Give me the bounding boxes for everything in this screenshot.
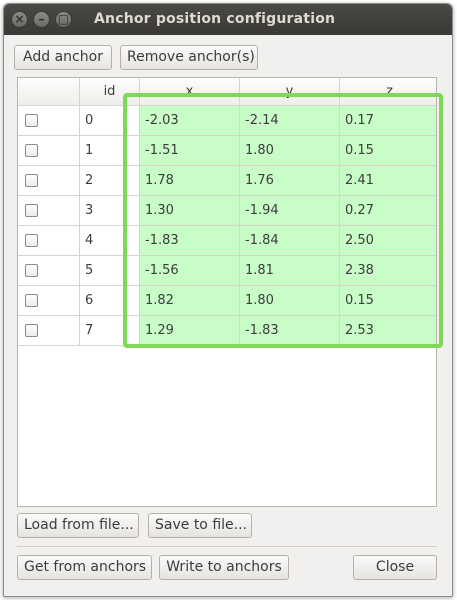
column-header-id[interactable]: id <box>80 78 140 106</box>
title-bar: × – □ Anchor position configuration <box>4 4 452 35</box>
table-row: 2 1.78 1.76 2.41 <box>18 166 436 196</box>
row-checkbox[interactable] <box>25 264 38 277</box>
column-header-y[interactable]: y <box>240 78 340 106</box>
row-select-cell <box>18 316 80 346</box>
remove-anchors-button[interactable]: Remove anchor(s) <box>120 45 258 70</box>
table-row: 7 1.29 -1.83 2.53 <box>18 316 436 346</box>
y-cell[interactable]: -2.14 <box>240 106 340 136</box>
row-checkbox[interactable] <box>25 294 38 307</box>
y-cell[interactable]: -1.94 <box>240 196 340 226</box>
z-cell[interactable]: 0.15 <box>340 136 436 166</box>
id-cell: 5 <box>80 256 140 286</box>
y-cell[interactable]: -1.84 <box>240 226 340 256</box>
y-cell[interactable]: -1.83 <box>240 316 340 346</box>
dialog-window: × – □ Anchor position configuration Add … <box>3 3 453 597</box>
x-cell[interactable]: 1.30 <box>140 196 240 226</box>
table-row: 4 -1.83 -1.84 2.50 <box>18 226 436 256</box>
table-row: 6 1.82 1.80 0.15 <box>18 286 436 316</box>
x-cell[interactable]: -1.51 <box>140 136 240 166</box>
table-header: id x y z <box>18 78 436 108</box>
id-cell: 3 <box>80 196 140 226</box>
anchor-table: id x y z 0 -2.03 -2.14 0.17 1 -1.51 1.80… <box>17 77 437 507</box>
id-cell: 4 <box>80 226 140 256</box>
column-header-select[interactable] <box>18 78 80 106</box>
z-cell[interactable]: 2.53 <box>340 316 436 346</box>
row-checkbox[interactable] <box>25 144 38 157</box>
row-select-cell <box>18 256 80 286</box>
y-cell[interactable]: 1.80 <box>240 136 340 166</box>
table-row: 3 1.30 -1.94 0.27 <box>18 196 436 226</box>
table-row: 1 -1.51 1.80 0.15 <box>18 136 436 166</box>
row-select-cell <box>18 106 80 136</box>
x-cell[interactable]: 1.82 <box>140 286 240 316</box>
z-cell[interactable]: 0.15 <box>340 286 436 316</box>
add-anchor-button[interactable]: Add anchor <box>14 45 112 70</box>
y-cell[interactable]: 1.81 <box>240 256 340 286</box>
x-cell[interactable]: -2.03 <box>140 106 240 136</box>
z-cell[interactable]: 2.50 <box>340 226 436 256</box>
close-button[interactable]: Close <box>353 555 437 580</box>
separator <box>17 546 437 547</box>
y-cell[interactable]: 1.76 <box>240 166 340 196</box>
id-cell: 7 <box>80 316 140 346</box>
z-cell[interactable]: 0.17 <box>340 106 436 136</box>
table-row: 5 -1.56 1.81 2.38 <box>18 256 436 286</box>
x-cell[interactable]: -1.83 <box>140 226 240 256</box>
row-select-cell <box>18 136 80 166</box>
window-title: Anchor position configuration <box>94 11 336 27</box>
load-from-file-button[interactable]: Load from file... <box>17 513 139 538</box>
save-to-file-button[interactable]: Save to file... <box>148 513 252 538</box>
y-cell[interactable]: 1.80 <box>240 286 340 316</box>
id-cell: 6 <box>80 286 140 316</box>
minimize-window-icon[interactable]: – <box>33 11 50 28</box>
x-cell[interactable]: -1.56 <box>140 256 240 286</box>
z-cell[interactable]: 2.38 <box>340 256 436 286</box>
row-checkbox[interactable] <box>25 114 38 127</box>
id-cell: 0 <box>80 106 140 136</box>
row-select-cell <box>18 196 80 226</box>
row-select-cell <box>18 286 80 316</box>
row-checkbox[interactable] <box>25 174 38 187</box>
x-cell[interactable]: 1.78 <box>140 166 240 196</box>
x-cell[interactable]: 1.29 <box>140 316 240 346</box>
column-header-x[interactable]: x <box>140 78 240 106</box>
table-row: 0 -2.03 -2.14 0.17 <box>18 106 436 136</box>
close-window-icon[interactable]: × <box>11 11 28 28</box>
id-cell: 1 <box>80 136 140 166</box>
get-from-anchors-button[interactable]: Get from anchors <box>17 555 152 580</box>
z-cell[interactable]: 2.41 <box>340 166 436 196</box>
row-checkbox[interactable] <box>25 204 38 217</box>
row-select-cell <box>18 226 80 256</box>
row-checkbox[interactable] <box>25 324 38 337</box>
z-cell[interactable]: 0.27 <box>340 196 436 226</box>
write-to-anchors-button[interactable]: Write to anchors <box>159 555 289 580</box>
row-checkbox[interactable] <box>25 234 38 247</box>
row-select-cell <box>18 166 80 196</box>
maximize-window-icon[interactable]: □ <box>55 11 72 28</box>
column-header-z[interactable]: z <box>340 78 436 106</box>
id-cell: 2 <box>80 166 140 196</box>
